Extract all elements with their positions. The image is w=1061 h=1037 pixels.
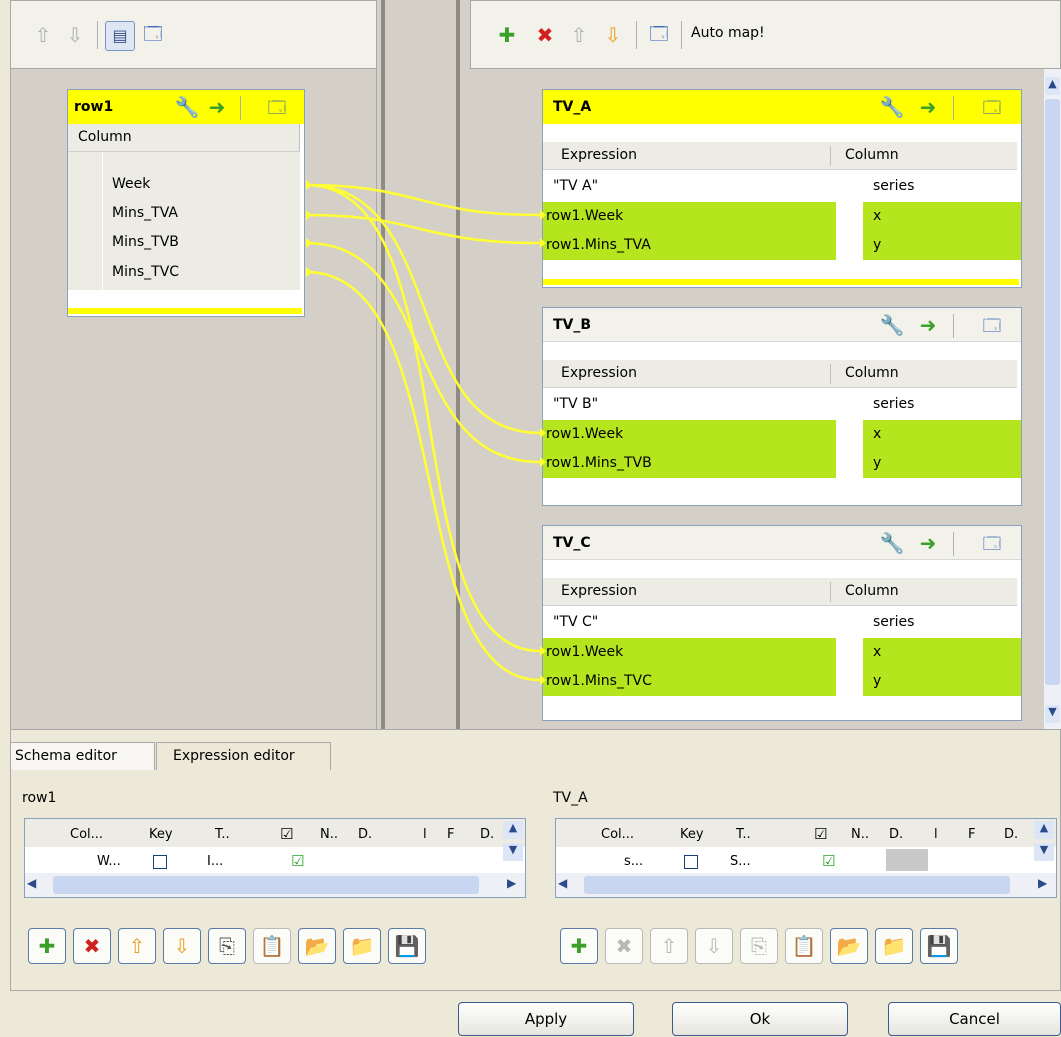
nullable-checkbox[interactable]: ☑ (291, 852, 304, 870)
schema-table-left: Col... Key T.. ☑ N.. D. l F D. ▲ ▼ W... … (24, 818, 526, 898)
header-nullable: N.. (851, 827, 869, 842)
header-type: T.. (736, 827, 751, 842)
nullable-check-icon: ☑ (280, 825, 294, 843)
link-arrowhead (540, 646, 546, 656)
link-arrowhead (540, 457, 546, 467)
paste-button[interactable]: 📋 (253, 928, 291, 964)
link-anchor (306, 180, 312, 190)
header-precision: F (447, 827, 455, 842)
link-arrowhead (540, 675, 546, 685)
save-button[interactable]: 💾 (920, 928, 958, 964)
header-col: Col... (70, 827, 104, 842)
cell-column[interactable]: W... (97, 854, 121, 869)
move-up-button[interactable]: ⇧ (650, 928, 688, 964)
export-button[interactable]: 📁 (875, 928, 913, 964)
header-date: D. (480, 827, 495, 842)
key-checkbox[interactable] (153, 855, 167, 869)
link-anchor (306, 238, 312, 248)
save-button[interactable]: 💾 (388, 928, 426, 964)
add-row-button[interactable]: ✚ (28, 928, 66, 964)
cell-type[interactable]: I... (207, 854, 223, 869)
scroll-up-icon[interactable]: ▲ (503, 821, 523, 839)
paste-button[interactable]: 📋 (785, 928, 823, 964)
link-arrowhead (540, 210, 546, 220)
cancel-button[interactable]: Cancel (888, 1002, 1061, 1036)
horizontal-scrollbar[interactable]: ◀ ▶ (25, 873, 525, 897)
scroll-down-icon[interactable]: ▼ (503, 843, 523, 861)
tab-label: Expression editor (173, 748, 295, 764)
header-key: Key (680, 827, 704, 842)
schema-table-right: Col... Key T.. ☑ N.. D. l F D. ▲ ▼ s... … (555, 818, 1057, 898)
ok-button[interactable]: Ok (672, 1002, 848, 1036)
header-col: Col... (601, 827, 635, 842)
import-button[interactable]: 📂 (298, 928, 336, 964)
scroll-left-icon[interactable]: ◀ (558, 876, 567, 890)
default-cell-selected[interactable] (886, 849, 928, 871)
schema-right-title: TV_A (553, 790, 588, 806)
header-key: Key (149, 827, 173, 842)
scroll-up-icon[interactable]: ▲ (1034, 821, 1054, 839)
delete-row-button[interactable]: ✖ (73, 928, 111, 964)
nullable-check-icon: ☑ (814, 825, 828, 843)
link-week-tvc (305, 183, 541, 653)
move-down-button[interactable]: ⇩ (163, 928, 201, 964)
link-mins-tva (305, 213, 541, 245)
link-anchor (306, 210, 312, 220)
mapping-links (305, 180, 546, 685)
link-week-tva (305, 183, 541, 217)
move-up-button[interactable]: ⇧ (118, 928, 156, 964)
copy-button[interactable]: ⎘ (740, 928, 778, 964)
import-button[interactable]: 📂 (830, 928, 868, 964)
header-nullable: N.. (320, 827, 338, 842)
header-length: l (423, 827, 427, 842)
move-down-button[interactable]: ⇩ (695, 928, 733, 964)
link-mins-tvb (305, 241, 541, 464)
tab-label: Schema editor (15, 748, 117, 764)
header-type: T.. (215, 827, 230, 842)
nullable-checkbox[interactable]: ☑ (822, 852, 835, 870)
scroll-down-icon[interactable]: ▼ (1034, 843, 1054, 861)
horizontal-scrollbar[interactable]: ◀ ▶ (556, 873, 1056, 897)
link-arrowhead (540, 428, 546, 438)
cell-column[interactable]: s... (624, 854, 643, 869)
header-default: D. (358, 827, 373, 842)
header-precision: F (968, 827, 976, 842)
header-date: D. (1004, 827, 1019, 842)
key-checkbox[interactable] (684, 855, 698, 869)
cell-type[interactable]: S... (730, 854, 751, 869)
link-anchor (306, 267, 312, 277)
scroll-right-icon[interactable]: ▶ (507, 876, 516, 890)
link-week-tvb (305, 183, 541, 435)
scroll-right-icon[interactable]: ▶ (1038, 876, 1047, 890)
delete-row-button[interactable]: ✖ (605, 928, 643, 964)
tab-schema-editor[interactable]: Schema editor (10, 742, 155, 770)
copy-button[interactable]: ⎘ (208, 928, 246, 964)
header-length: l (934, 827, 938, 842)
link-arrowhead (540, 238, 546, 248)
apply-button[interactable]: Apply (458, 1002, 634, 1036)
schema-left-title: row1 (22, 790, 57, 806)
tab-expression-editor[interactable]: Expression editor (156, 742, 331, 770)
scroll-left-icon[interactable]: ◀ (27, 876, 36, 890)
link-mins-tvc (305, 270, 541, 682)
export-button[interactable]: 📁 (343, 928, 381, 964)
add-row-button[interactable]: ✚ (560, 928, 598, 964)
